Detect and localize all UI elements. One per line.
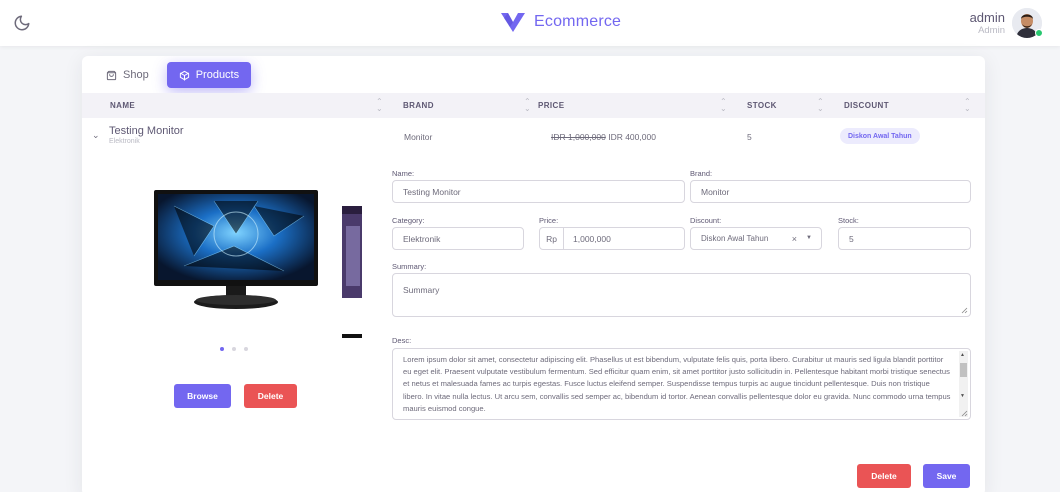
resize-handle-icon[interactable] xyxy=(961,307,968,314)
column-header-discount[interactable]: DISCOUNT xyxy=(844,101,889,110)
carousel-dots xyxy=(220,347,256,351)
category-input[interactable]: Elektronik xyxy=(392,227,524,250)
price-input[interactable]: Rp 1,000,000 xyxy=(539,227,685,250)
carousel-dot[interactable] xyxy=(220,347,224,351)
online-status-dot xyxy=(1035,29,1043,37)
stock-value: 5 xyxy=(849,233,854,244)
chevron-down-icon[interactable]: ▼ xyxy=(806,235,812,241)
brand-label: Brand: xyxy=(690,169,713,178)
summary-placeholder: Summary xyxy=(403,285,440,295)
moon-icon[interactable] xyxy=(13,14,31,32)
sort-icon[interactable]: ⌃ ⌄ xyxy=(964,98,971,113)
price-label: Price: xyxy=(539,216,559,225)
new-price: IDR 400,000 xyxy=(608,132,656,142)
browse-image-button[interactable]: Browse xyxy=(174,384,231,408)
desc-label: Desc: xyxy=(392,336,412,345)
scrollbar-thumb[interactable] xyxy=(960,363,967,377)
product-category: Elektronik xyxy=(109,138,140,145)
user-menu[interactable]: admin Admin xyxy=(970,8,1043,38)
old-price: IDR 1,000,000 xyxy=(551,132,606,142)
shopping-bag-icon xyxy=(106,70,117,80)
chevron-down-icon[interactable]: ⌄ xyxy=(92,130,100,141)
scroll-up-icon[interactable]: ▲ xyxy=(960,352,965,358)
product-stock: 5 xyxy=(747,132,752,142)
brand[interactable]: Ecommerce xyxy=(500,11,621,33)
save-product-button[interactable]: Save xyxy=(923,464,970,488)
summary-textarea[interactable]: Summary xyxy=(392,273,971,317)
name-input[interactable]: Testing Monitor xyxy=(392,180,685,203)
tab-shop-label: Shop xyxy=(123,69,149,81)
stock-input[interactable]: 5 xyxy=(838,227,971,250)
top-navbar: Ecommerce admin Admin xyxy=(0,0,1060,46)
sort-icon[interactable]: ⌃ ⌄ xyxy=(524,98,531,113)
table-row[interactable]: ⌄ Testing Monitor Elektronik Monitor IDR… xyxy=(82,118,985,152)
sort-icon[interactable]: ⌃ ⌄ xyxy=(720,98,727,113)
delete-product-button[interactable]: Delete xyxy=(857,464,911,488)
sort-icon[interactable]: ⌃ ⌄ xyxy=(376,98,383,113)
carousel-dot[interactable] xyxy=(244,347,248,351)
product-brand: Monitor xyxy=(404,132,433,142)
summary-label: Summary: xyxy=(392,262,427,271)
name-label: Name: xyxy=(392,169,415,178)
table-header: NAME ⌃ ⌄ BRAND ⌃ ⌄ PRICE ⌃ ⌄ STOCK ⌃ ⌄ DISCO… xyxy=(82,93,985,118)
price-value: 1,000,000 xyxy=(573,233,611,244)
discount-label: Discount: xyxy=(690,216,722,225)
brand-input[interactable]: Monitor xyxy=(690,180,971,203)
category-label: Category: xyxy=(392,216,425,225)
carousel-dot[interactable] xyxy=(232,347,236,351)
column-header-price[interactable]: PRICE xyxy=(538,101,564,110)
product-image-monitor[interactable] xyxy=(154,186,318,314)
column-header-brand[interactable]: BRAND xyxy=(403,101,434,110)
sort-icon[interactable]: ⌃ ⌄ xyxy=(817,98,824,113)
name-value: Testing Monitor xyxy=(403,186,461,197)
column-header-name[interactable]: NAME xyxy=(110,101,135,110)
scroll-down-icon[interactable]: ▼ xyxy=(960,393,965,399)
discount-select[interactable]: Diskon Awal Tahun × ▼ xyxy=(690,227,822,250)
box-icon xyxy=(179,70,189,81)
clear-icon[interactable]: × xyxy=(792,234,797,244)
user-role: Admin xyxy=(978,24,1005,36)
tab-bar: Shop Products xyxy=(94,62,257,88)
brand-logo-icon xyxy=(501,13,525,32)
stock-label: Stock: xyxy=(838,216,859,225)
user-name: admin xyxy=(969,9,1005,25)
scrollbar[interactable]: ▲ ▼ xyxy=(959,351,968,417)
price-currency-prefix: Rp xyxy=(540,228,564,249)
tab-shop[interactable]: Shop xyxy=(94,62,161,88)
product-image-next[interactable] xyxy=(342,206,362,346)
brand-value: Monitor xyxy=(701,186,730,197)
discount-value: Diskon Awal Tahun xyxy=(701,234,769,243)
column-header-stock[interactable]: STOCK xyxy=(747,101,777,110)
product-price: IDR 1,000,000 IDR 400,000 xyxy=(551,132,656,142)
category-value: Elektronik xyxy=(403,233,441,244)
product-name: Testing Monitor xyxy=(109,125,184,137)
desc-value: Lorem ipsum dolor sit amet, consectetur … xyxy=(403,355,951,413)
resize-handle-icon[interactable] xyxy=(961,410,968,417)
discount-badge: Diskon Awal Tahun xyxy=(840,128,920,144)
desc-textarea[interactable]: Lorem ipsum dolor sit amet, consectetur … xyxy=(392,348,971,420)
user-meta: admin Admin xyxy=(970,10,1005,37)
tab-products[interactable]: Products xyxy=(166,62,252,88)
brand-name: Ecommerce xyxy=(534,13,622,30)
delete-image-button[interactable]: Delete xyxy=(244,384,297,408)
products-card: Shop Products NAME ⌃ ⌄ BRAND ⌃ ⌄ PRICE ⌃ ⌄ … xyxy=(82,56,985,492)
tab-products-label: Products xyxy=(195,69,240,81)
